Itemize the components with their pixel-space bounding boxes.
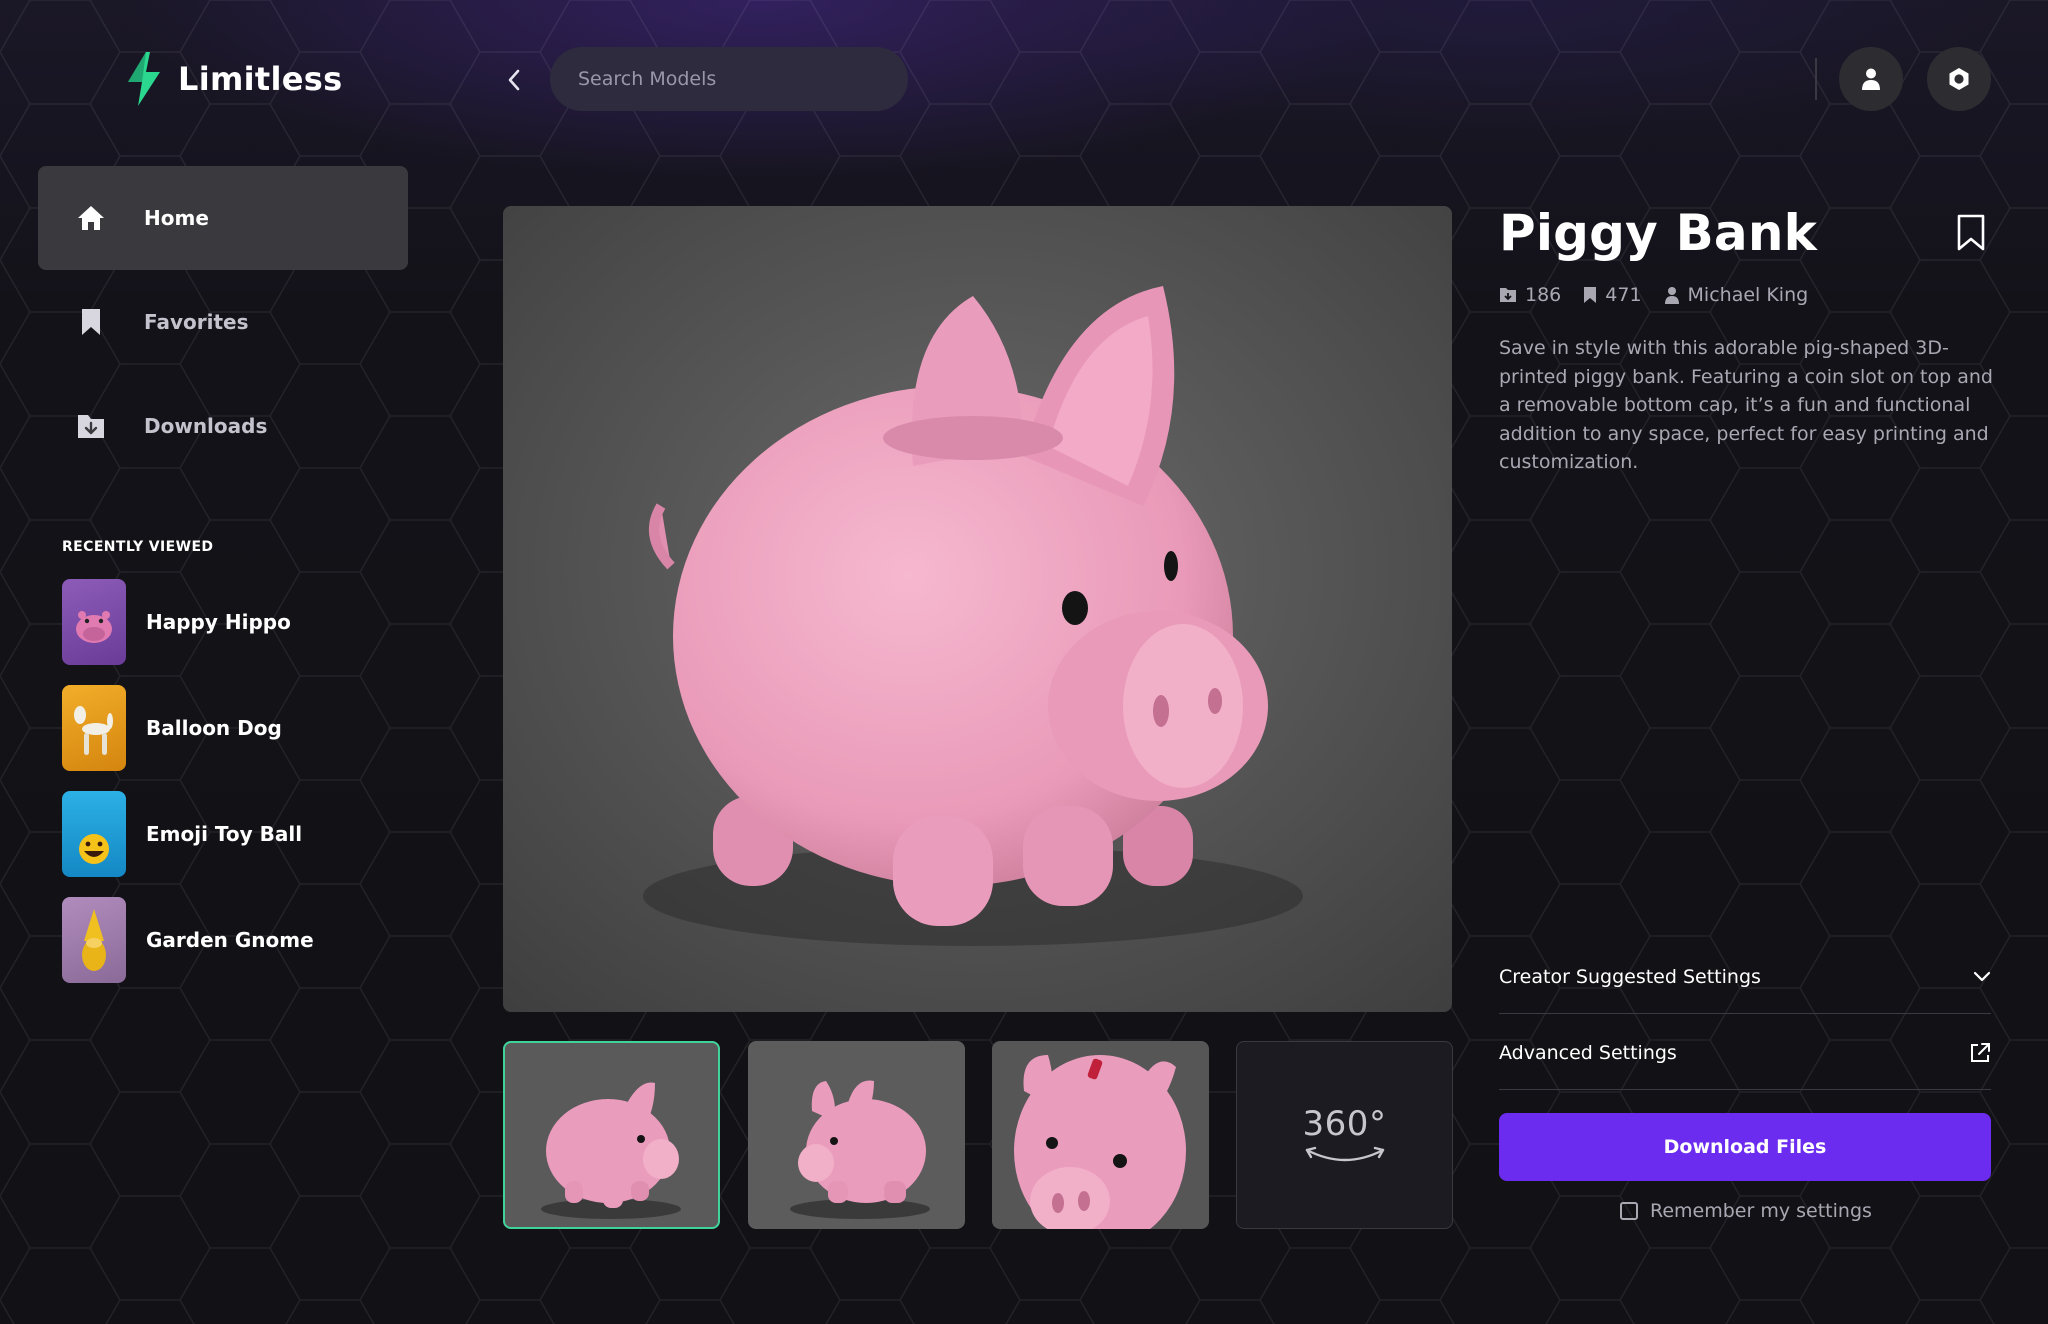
piggy-front-thumbnail (748, 1041, 965, 1229)
home-icon (74, 201, 108, 235)
downloads-count: 186 (1499, 284, 1561, 306)
creator-suggested-settings-label: Creator Suggested Settings (1499, 965, 1761, 988)
thumbnail-1[interactable] (503, 1041, 720, 1229)
recently-viewed-heading: RECENTLY VIEWED (62, 539, 214, 555)
recent-item-label: Balloon Dog (146, 716, 282, 740)
piggy-bank-render (503, 206, 1452, 1012)
advanced-settings-label: Advanced Settings (1499, 1041, 1677, 1064)
sidebar-item-label: Home (144, 206, 209, 230)
bookmark-outline-icon (1957, 214, 1985, 251)
sidebar-item-label: Favorites (144, 310, 249, 334)
search-input[interactable] (550, 47, 908, 111)
thumbnail-3[interactable] (992, 1041, 1209, 1229)
recent-item-label: Garden Gnome (146, 928, 314, 952)
piggy-side-thumbnail (503, 1041, 720, 1229)
header-divider (1815, 58, 1817, 100)
bookmark-icon (1584, 287, 1597, 303)
author[interactable]: Michael King (1664, 284, 1809, 306)
emoji-toy-ball-thumbnail (62, 791, 126, 877)
chevron-down-icon (1973, 971, 1991, 981)
balloon-dog-thumbnail (62, 685, 126, 771)
bookmark-icon (74, 305, 108, 339)
sidebar-item-label: Downloads (144, 414, 268, 438)
recent-item-label: Emoji Toy Ball (146, 822, 303, 846)
happy-hippo-thumbnail (62, 579, 126, 665)
view-360-button[interactable]: 360° (1236, 1041, 1453, 1229)
garden-gnome-thumbnail (62, 897, 126, 983)
checkbox[interactable] (1620, 1202, 1638, 1220)
view-360-label: 360° (1302, 1104, 1387, 1144)
recent-item-garden-gnome[interactable]: Garden Gnome (62, 897, 314, 983)
saves-count: 471 (1583, 284, 1642, 306)
model-main-image[interactable] (503, 206, 1452, 1012)
download-folder-icon (1500, 288, 1516, 302)
saves-value: 471 (1605, 284, 1642, 306)
downloads-value: 186 (1525, 284, 1562, 306)
author-name: Michael King (1687, 284, 1809, 306)
user-icon (1862, 68, 1880, 90)
remember-settings-label: Remember my settings (1650, 1200, 1872, 1222)
external-link-icon (1971, 1042, 1990, 1062)
thumbnail-2[interactable] (748, 1041, 965, 1229)
download-folder-icon (74, 409, 108, 443)
recent-item-emoji-toy-ball[interactable]: Emoji Toy Ball (62, 791, 302, 877)
recent-item-label: Happy Hippo (146, 610, 291, 634)
rotate-360-icon (1305, 1146, 1384, 1162)
advanced-settings[interactable]: Advanced Settings (1499, 1016, 1991, 1090)
user-button[interactable] (1839, 47, 1903, 111)
lightning-logo-icon (128, 52, 160, 106)
settings-button[interactable] (1927, 47, 1991, 111)
model-meta: 186 471 Michael King (1499, 284, 1808, 306)
chevron-left-icon (508, 69, 520, 91)
logo[interactable]: Limitless (124, 52, 342, 106)
back-button[interactable] (496, 62, 532, 98)
model-description: Save in style with this adorable pig-sha… (1499, 337, 1993, 473)
model-title: Piggy Bank (1499, 204, 1818, 262)
user-icon (1664, 287, 1679, 304)
sidebar-item-downloads[interactable]: Downloads (38, 374, 408, 478)
download-files-button[interactable]: Download Files (1499, 1113, 1991, 1181)
sidebar-item-home[interactable]: Home (38, 166, 408, 270)
settings-icon (1949, 68, 1969, 90)
app-name: Limitless (178, 60, 343, 98)
creator-suggested-settings[interactable]: Creator Suggested Settings (1499, 940, 1991, 1014)
bookmark-button[interactable] (1956, 214, 1990, 254)
recent-item-balloon-dog[interactable]: Balloon Dog (62, 685, 282, 771)
piggy-top-thumbnail (992, 1041, 1209, 1229)
sidebar-item-favorites[interactable]: Favorites (38, 270, 408, 374)
remember-settings-checkbox[interactable]: Remember my settings (1620, 1200, 1872, 1222)
recent-item-happy-hippo[interactable]: Happy Hippo (62, 579, 291, 665)
